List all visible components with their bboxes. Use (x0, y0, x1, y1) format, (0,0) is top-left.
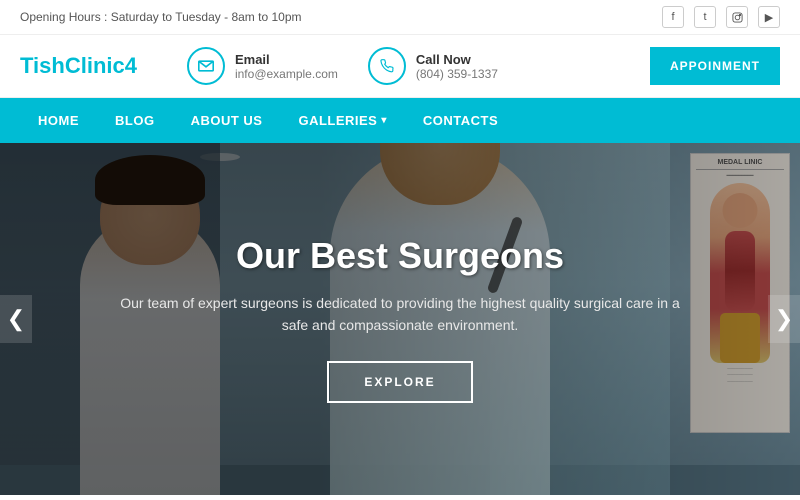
appointment-button[interactable]: APPOINMENT (650, 47, 780, 85)
right-arrow-icon: ❯ (775, 306, 793, 332)
email-value: info@example.com (235, 67, 338, 81)
youtube-icon[interactable]: ▶ (758, 6, 780, 28)
hero-content: Our Best Surgeons Our team of expert sur… (0, 143, 800, 495)
phone-icon (368, 47, 406, 85)
nav-contacts[interactable]: CONTACTS (405, 98, 516, 143)
hero-section: MEDAL LINIC ━━━━━━━━━ ───────── ────────… (0, 143, 800, 495)
nav-home[interactable]: HOME (20, 98, 97, 143)
header: TishClinic4 Email info@example.com Call … (0, 35, 800, 98)
email-info: Email info@example.com (235, 52, 338, 81)
phone-contact: Call Now (804) 359-1337 (368, 47, 498, 85)
top-bar: Opening Hours : Saturday to Tuesday - 8a… (0, 0, 800, 35)
email-contact: Email info@example.com (187, 47, 338, 85)
left-arrow-icon: ❮ (7, 306, 25, 332)
hero-title: Our Best Surgeons (236, 235, 564, 277)
next-slide-button[interactable]: ❯ (768, 295, 800, 343)
phone-info: Call Now (804) 359-1337 (416, 52, 498, 81)
opening-hours: Opening Hours : Saturday to Tuesday - 8a… (20, 10, 301, 24)
twitter-icon[interactable]: t (694, 6, 716, 28)
social-icons: f t ▶ (662, 6, 780, 28)
nav-about-us[interactable]: ABOUT US (173, 98, 281, 143)
galleries-dropdown-arrow: ▾ (381, 115, 387, 126)
navigation: HOME BLOG ABOUT US GALLERIES ▾ CONTACTS (0, 98, 800, 143)
prev-slide-button[interactable]: ❮ (0, 295, 32, 343)
facebook-icon[interactable]: f (662, 6, 684, 28)
email-label: Email (235, 52, 338, 67)
nav-blog[interactable]: BLOG (97, 98, 173, 143)
email-icon (187, 47, 225, 85)
phone-value: (804) 359-1337 (416, 67, 498, 81)
instagram-icon[interactable] (726, 6, 748, 28)
phone-label: Call Now (416, 52, 498, 67)
logo[interactable]: TishClinic4 (20, 53, 137, 79)
hero-subtitle: Our team of expert surgeons is dedicated… (120, 292, 680, 337)
explore-button[interactable]: EXPLORE (327, 361, 472, 403)
nav-galleries[interactable]: GALLERIES ▾ (280, 98, 404, 143)
